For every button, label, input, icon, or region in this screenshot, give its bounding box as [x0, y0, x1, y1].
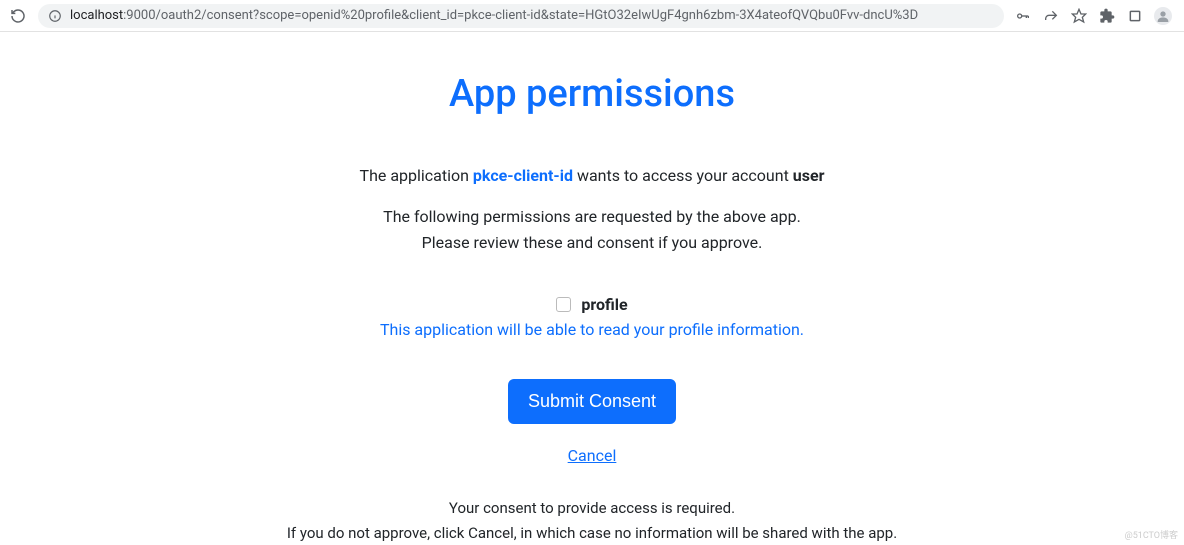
key-icon[interactable]: [1014, 7, 1032, 25]
url-text: localhost:9000/oauth2/consent?scope=open…: [70, 8, 918, 23]
page-title: App permissions: [20, 72, 1164, 116]
address-bar[interactable]: localhost:9000/oauth2/consent?scope=open…: [38, 4, 1004, 28]
instruction-text: The following permissions are requested …: [20, 205, 1164, 255]
scope-item: profile: [20, 295, 1164, 314]
profile-avatar-icon[interactable]: [1154, 7, 1172, 25]
bookmark-star-icon[interactable]: [1070, 7, 1088, 25]
tab-icon[interactable]: [1126, 7, 1144, 25]
cancel-link[interactable]: Cancel: [20, 446, 1164, 465]
intro-line: The application pkce-client-id wants to …: [20, 166, 1164, 185]
toolbar-right-icons: [1014, 7, 1176, 25]
intro-mid: wants to access your account: [573, 166, 793, 185]
submit-consent-button[interactable]: Submit Consent: [508, 379, 676, 424]
extensions-icon[interactable]: [1098, 7, 1116, 25]
client-id: pkce-client-id: [473, 166, 573, 185]
reload-icon[interactable]: [8, 6, 28, 26]
footer-text: Your consent to provide access is requir…: [20, 497, 1164, 544]
url-path: :9000/oauth2/consent?scope=openid%20prof…: [123, 8, 918, 23]
scope-description: This application will be able to read yo…: [20, 320, 1164, 339]
scope-checkbox[interactable]: [556, 297, 571, 312]
share-icon[interactable]: [1042, 7, 1060, 25]
url-host: localhost: [70, 8, 123, 23]
account-username: user: [793, 166, 825, 185]
intro-prefix: The application: [360, 166, 473, 185]
site-info-icon[interactable]: [48, 9, 62, 23]
footer-line-2: If you do not approve, click Cancel, in …: [20, 522, 1164, 545]
scope-name: profile: [581, 295, 627, 314]
consent-page: App permissions The application pkce-cli…: [0, 32, 1184, 544]
watermark: @51CTO博客: [1125, 528, 1178, 541]
scope-list: profile This application will be able to…: [20, 295, 1164, 339]
sub-line-1: The following permissions are requested …: [20, 205, 1164, 229]
browser-toolbar: localhost:9000/oauth2/consent?scope=open…: [0, 0, 1184, 32]
sub-line-2: Please review these and consent if you a…: [20, 231, 1164, 255]
footer-line-1: Your consent to provide access is requir…: [20, 497, 1164, 520]
